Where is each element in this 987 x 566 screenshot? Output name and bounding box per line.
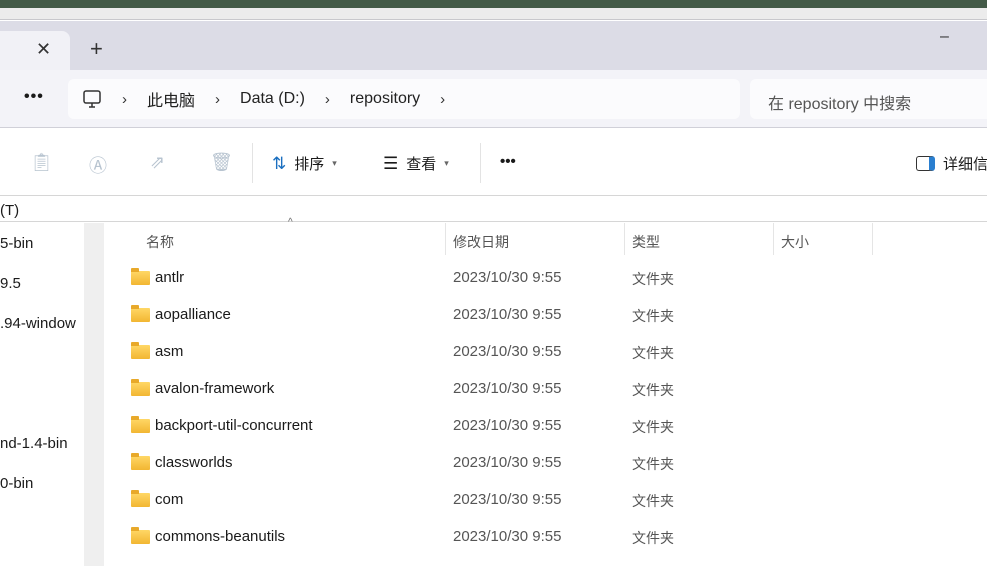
column-divider[interactable] [445, 223, 446, 255]
desktop-strip [0, 0, 987, 8]
folder-icon [131, 453, 150, 470]
nav-item[interactable]: 5-bin [0, 235, 33, 252]
file-date: 2023/10/30 9:55 [453, 306, 562, 323]
file-row[interactable]: antlr 2023/10/30 9:55 文件夹 [104, 260, 987, 297]
paste-icon[interactable]: 📋︎ [30, 152, 53, 173]
sort-icon: ⇅ [272, 153, 287, 173]
file-type: 文件夹 [632, 308, 674, 324]
more-options-button[interactable]: ••• [500, 153, 516, 170]
folder-icon [131, 416, 150, 433]
file-date: 2023/10/30 9:55 [453, 491, 562, 508]
breadcrumb-data-drive[interactable]: Data (D:) [240, 90, 305, 108]
file-name: classworlds [155, 454, 233, 471]
window-border [0, 8, 987, 20]
file-name: com [155, 491, 184, 508]
file-row[interactable]: backport-util-concurrent 2023/10/30 9:55… [104, 408, 987, 445]
file-name: avalon-framework [155, 380, 275, 397]
file-type: 文件夹 [632, 271, 674, 287]
file-date: 2023/10/30 9:55 [453, 380, 562, 397]
folder-icon [131, 527, 150, 544]
file-date: 2023/10/30 9:55 [453, 454, 562, 471]
list-icon: ☰ [383, 153, 399, 173]
computer-icon [83, 90, 101, 108]
share-icon[interactable]: ⇗ [150, 152, 165, 173]
breadcrumb-this-pc[interactable]: 此电脑 [147, 87, 195, 111]
nav-pane-header: (T) [0, 197, 987, 222]
rename-icon[interactable]: Ⓐ [89, 152, 107, 178]
search-input[interactable]: 在 repository 中搜索 [750, 79, 987, 119]
file-name: commons-beanutils [155, 528, 286, 545]
file-row[interactable]: com 2023/10/30 9:55 文件夹 [104, 482, 987, 519]
file-name: asm [155, 343, 184, 360]
breadcrumb-repository[interactable]: repository [350, 90, 420, 108]
folder-icon [131, 379, 150, 396]
tab-active[interactable] [0, 31, 70, 70]
nav-item[interactable]: nd-1.4-bin [0, 435, 68, 452]
view-button[interactable]: ☰ 查看 ▾ [383, 153, 449, 174]
file-name: aopalliance [155, 306, 231, 323]
column-divider[interactable] [773, 223, 774, 255]
column-header-date[interactable]: 修改日期 [453, 232, 509, 252]
nav-item[interactable]: .94-window [0, 315, 76, 332]
nav-scrollbar[interactable] [84, 223, 104, 566]
navigation-pane: 5-bin 9.5 .94-window nd-1.4-bin 0-bin [0, 223, 84, 566]
details-pane-icon [916, 156, 935, 171]
chevron-right-icon: › [215, 90, 221, 108]
delete-icon[interactable]: 🗑︎ [210, 152, 233, 173]
nav-item[interactable]: 9.5 [0, 275, 21, 292]
sort-button[interactable]: ⇅ 排序 ▾ [272, 153, 337, 174]
folder-icon [131, 342, 150, 359]
file-list: ^ 名称 修改日期 类型 大小 antlr 2023/10/30 9:55 文件… [104, 217, 987, 566]
column-header-size[interactable]: 大小 [781, 232, 809, 252]
nav-item[interactable]: 0-bin [0, 475, 33, 492]
file-name: antlr [155, 269, 185, 286]
address-bar[interactable]: › 此电脑 › Data (D:) › repository › [68, 79, 740, 119]
file-row[interactable]: avalon-framework 2023/10/30 9:55 文件夹 [104, 371, 987, 408]
command-bar: 📋︎ Ⓐ ⇗ 🗑︎ ⇅ 排序 ▾ ☰ 查看 ▾ ••• 详细信 [0, 129, 987, 196]
title-bar [0, 21, 987, 70]
chevron-right-icon: › [122, 90, 127, 108]
file-date: 2023/10/30 9:55 [453, 528, 562, 545]
file-date: 2023/10/30 9:55 [453, 269, 562, 286]
sort-ascending-icon: ^ [288, 217, 293, 228]
minimize-button[interactable]: – [940, 28, 949, 46]
chevron-down-icon: ▾ [444, 158, 449, 168]
chevron-down-icon: ▾ [332, 158, 337, 168]
file-row[interactable]: commons-beanutils 2023/10/30 9:55 文件夹 [104, 519, 987, 556]
details-pane-button[interactable]: 详细信 [916, 153, 987, 174]
folder-icon [131, 268, 150, 285]
file-row[interactable]: asm 2023/10/30 9:55 文件夹 [104, 334, 987, 371]
file-row[interactable]: aopalliance 2023/10/30 9:55 文件夹 [104, 297, 987, 334]
chevron-right-icon: › [324, 90, 330, 108]
divider [252, 143, 253, 183]
folder-icon [131, 305, 150, 322]
sort-label: 排序 [294, 156, 325, 173]
tab-close-button[interactable]: ✕ [36, 39, 51, 60]
column-header-type[interactable]: 类型 [632, 232, 660, 252]
file-type: 文件夹 [632, 530, 674, 546]
column-divider[interactable] [624, 223, 625, 255]
file-name: backport-util-concurrent [155, 417, 313, 434]
more-nav-button[interactable]: ••• [24, 88, 44, 106]
file-type: 文件夹 [632, 456, 674, 472]
file-type: 文件夹 [632, 419, 674, 435]
file-type: 文件夹 [632, 493, 674, 509]
column-header-name[interactable]: 名称 [146, 232, 174, 252]
file-date: 2023/10/30 9:55 [453, 417, 562, 434]
column-divider[interactable] [872, 223, 873, 255]
chevron-right-icon[interactable]: › [440, 91, 445, 108]
file-type: 文件夹 [632, 345, 674, 361]
view-label: 查看 [406, 156, 437, 173]
new-tab-button[interactable]: + [90, 36, 103, 62]
file-row[interactable]: classworlds 2023/10/30 9:55 文件夹 [104, 445, 987, 482]
file-type: 文件夹 [632, 382, 674, 398]
details-label: 详细信 [943, 156, 987, 173]
divider [480, 143, 481, 183]
folder-icon [131, 490, 150, 507]
file-date: 2023/10/30 9:55 [453, 343, 562, 360]
